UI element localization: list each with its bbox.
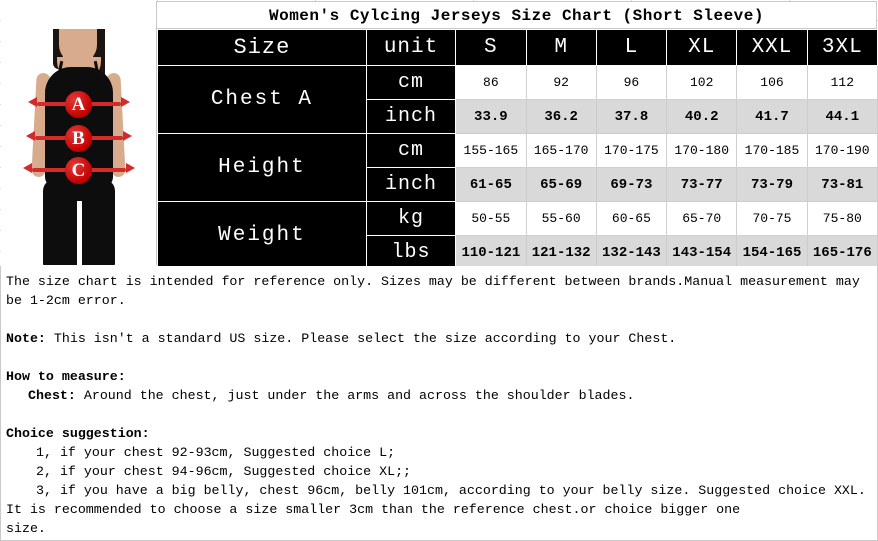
height-cm-m: 165-170 xyxy=(525,133,597,168)
weight-lbs-m: 121-132 xyxy=(525,235,597,270)
row-label-height: Height xyxy=(157,133,367,202)
choice-item-3: 3, if you have a big belly, chest 96cm, … xyxy=(36,483,866,498)
table-row: Chest A cm 86 92 96 102 106 112 xyxy=(157,65,878,134)
height-inch-l: 69-73 xyxy=(595,167,668,202)
unit-height-inch: inch xyxy=(365,167,457,202)
height-inch-m: 65-69 xyxy=(525,167,597,202)
unit-chest-inch: inch xyxy=(365,99,457,134)
chart-top-area: A B C Women's Cylcing Jerseys Size Chart… xyxy=(0,0,878,270)
chest-label: Chest: xyxy=(28,388,76,403)
chest-inch-xl: 40.2 xyxy=(666,99,738,134)
arrow-right-a-icon xyxy=(121,97,130,107)
table-header-row: Size unit S M L XL XXL 3XL xyxy=(157,29,878,66)
note-text: This isn't a standard US size. Please se… xyxy=(45,331,677,346)
weight-lbs-s: 110-121 xyxy=(455,235,527,270)
chest-cm-s: 86 xyxy=(455,65,527,100)
header-unit: unit xyxy=(365,29,457,66)
row-label-chest: Chest A xyxy=(157,65,367,134)
arrow-left-c-icon xyxy=(23,163,32,173)
row-label-weight: Weight xyxy=(157,201,367,270)
height-cm-xl: 170-180 xyxy=(666,133,738,168)
unit-chest-cm: cm xyxy=(365,65,457,100)
table-row: Height cm 155-165 165-170 170-175 170-18… xyxy=(157,133,878,202)
height-inch-3xl: 73-81 xyxy=(806,167,878,202)
arrow-right-c-icon xyxy=(126,163,135,173)
chest-inch-xxl: 41.7 xyxy=(736,99,808,134)
choice-suggestion-label: Choice suggestion: xyxy=(6,426,150,441)
arrow-left-b-icon xyxy=(26,131,35,141)
unit-height-cm: cm xyxy=(365,133,457,168)
table-row: Weight kg 50-55 55-60 60-65 65-70 70-75 … xyxy=(157,201,878,270)
chest-text: Around the chest, just under the arms an… xyxy=(75,388,635,403)
header-size-l: L xyxy=(595,29,668,66)
chest-cm-xl: 102 xyxy=(666,65,738,100)
size-chart-page: A B C Women's Cylcing Jerseys Size Chart… xyxy=(0,0,878,541)
weight-kg-xl: 65-70 xyxy=(666,201,738,236)
marker-c: C xyxy=(65,157,92,184)
height-inch-s: 61-65 xyxy=(455,167,527,202)
notes-block: The size chart is intended for reference… xyxy=(0,266,878,541)
how-to-measure-label: How to measure: xyxy=(6,369,126,384)
height-inch-xxl: 73-79 xyxy=(736,167,808,202)
weight-kg-l: 60-65 xyxy=(595,201,668,236)
choice-item-1: 1, if your chest 92-93cm, Suggested choi… xyxy=(36,445,396,460)
weight-kg-s: 50-55 xyxy=(455,201,527,236)
unit-weight-kg: kg xyxy=(365,201,457,236)
height-cm-s: 155-165 xyxy=(455,133,527,168)
arrow-right-b-icon xyxy=(123,131,132,141)
leg-gap xyxy=(77,201,82,265)
chest-inch-s: 33.9 xyxy=(455,99,527,134)
arrow-left-a-icon xyxy=(28,97,37,107)
header-size-s: S xyxy=(455,29,527,66)
weight-kg-3xl: 75-80 xyxy=(806,201,878,236)
header-size-xl: XL xyxy=(666,29,738,66)
weight-kg-m: 55-60 xyxy=(525,201,597,236)
disclaimer-line-1: The size chart is intended for reference… xyxy=(6,274,860,289)
recommend-line-1: It is recommended to choose a size small… xyxy=(6,502,741,517)
note-label: Note: xyxy=(6,331,46,346)
height-cm-xxl: 170-185 xyxy=(736,133,808,168)
height-cm-l: 170-175 xyxy=(595,133,668,168)
chest-cm-m: 92 xyxy=(525,65,597,100)
measurement-figure: A B C xyxy=(1,1,157,265)
chest-cm-3xl: 112 xyxy=(806,65,878,100)
chest-measure-line: Chest: Around the chest, just under the … xyxy=(6,386,873,405)
chest-inch-3xl: 44.1 xyxy=(806,99,878,134)
weight-lbs-xl: 143-154 xyxy=(666,235,738,270)
chest-cm-xxl: 106 xyxy=(736,65,808,100)
height-inch-xl: 73-77 xyxy=(666,167,738,202)
chart-title: Women's Cylcing Jerseys Size Chart (Shor… xyxy=(157,1,877,29)
chest-inch-m: 36.2 xyxy=(525,99,597,134)
chest-cm-l: 96 xyxy=(595,65,668,100)
header-size-3xl: 3XL xyxy=(806,29,878,66)
model-illustration: A B C xyxy=(1,29,156,265)
header-size-m: M xyxy=(525,29,597,66)
size-chart-table: Size unit S M L XL XXL 3XL Chest A cm 86… xyxy=(157,29,878,270)
marker-a: A xyxy=(65,91,92,118)
chest-inch-l: 37.8 xyxy=(595,99,668,134)
note-line: Note: This isn't a standard US size. Ple… xyxy=(6,329,873,348)
header-size: Size xyxy=(157,29,367,66)
choice-item-2: 2, if your chest 94-96cm, Suggested choi… xyxy=(36,464,412,479)
weight-kg-xxl: 70-75 xyxy=(736,201,808,236)
height-cm-3xl: 170-190 xyxy=(806,133,878,168)
marker-b: B xyxy=(65,125,92,152)
unit-weight-lbs: lbs xyxy=(365,235,457,270)
header-size-xxl: XXL xyxy=(736,29,808,66)
weight-lbs-3xl: 165-176 xyxy=(806,235,878,270)
weight-lbs-l: 132-143 xyxy=(595,235,668,270)
weight-lbs-xxl: 154-165 xyxy=(736,235,808,270)
recommend-line-2: size. xyxy=(6,521,46,536)
disclaimer-line-2: be 1-2cm error. xyxy=(6,293,126,308)
